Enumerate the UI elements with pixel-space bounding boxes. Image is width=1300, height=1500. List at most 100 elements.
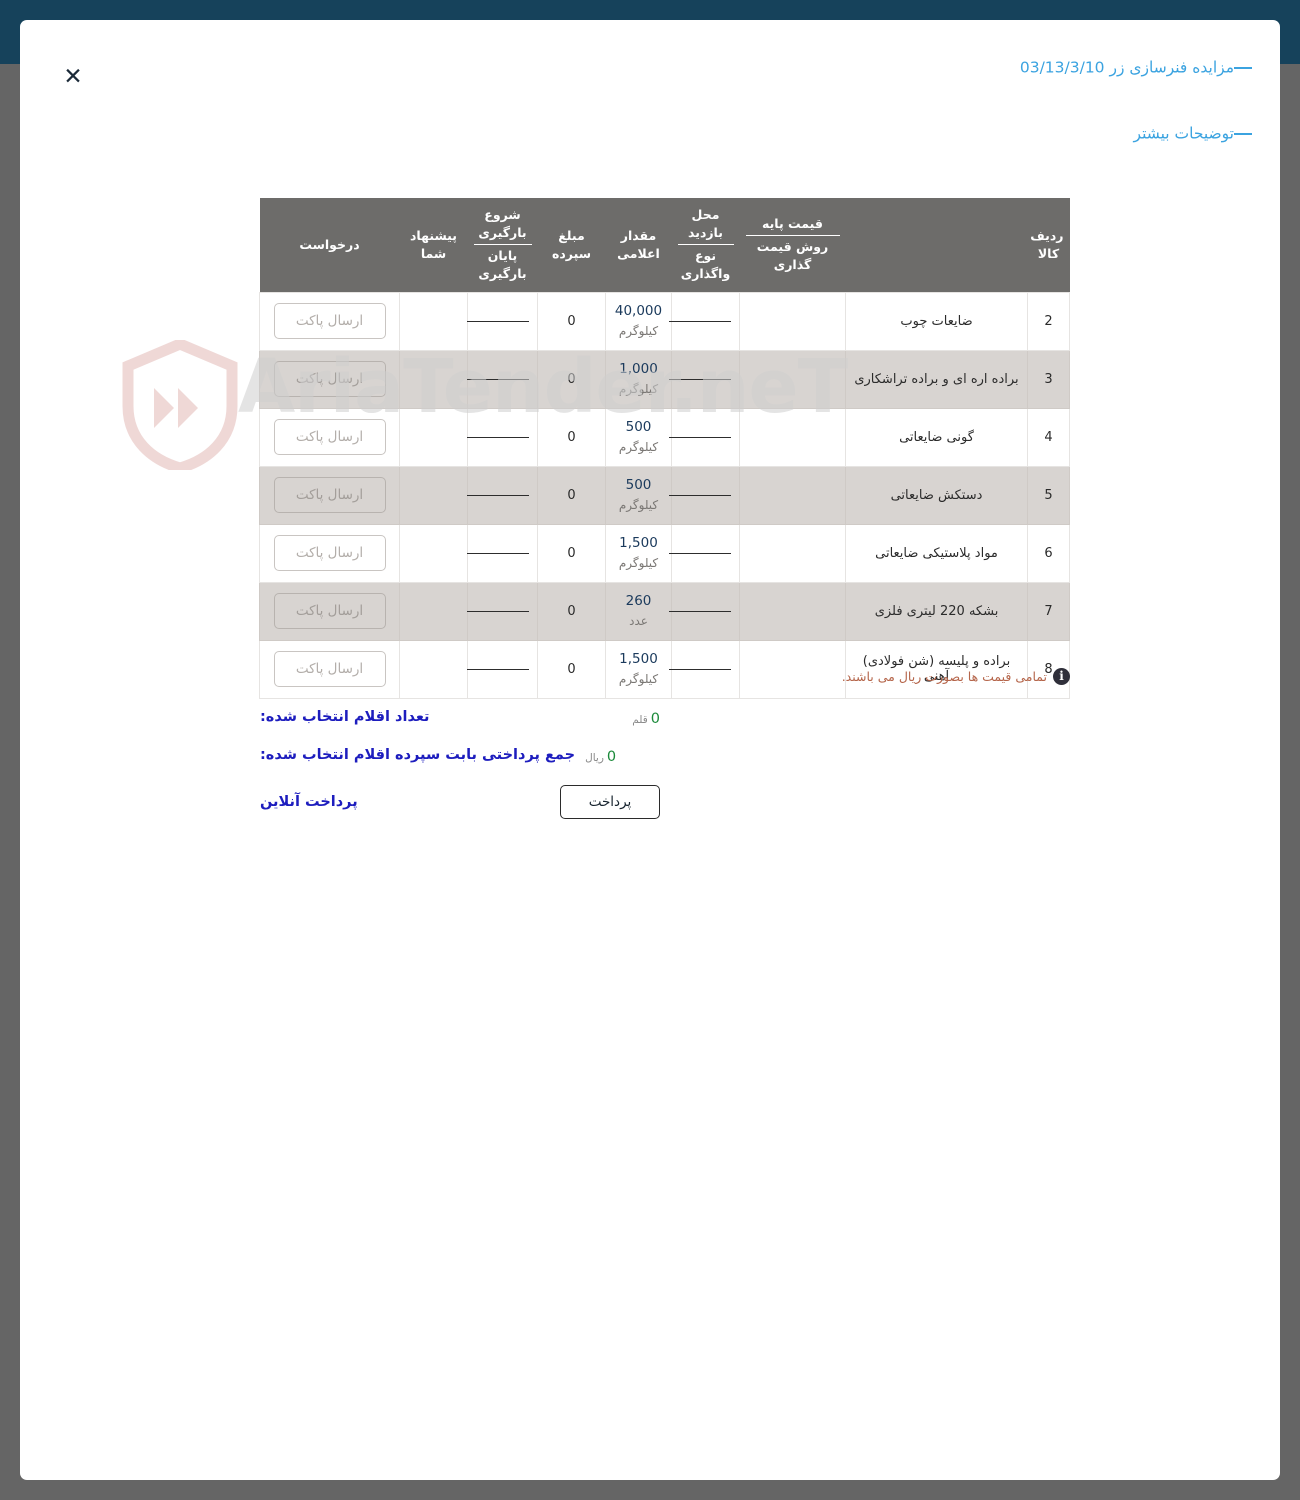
declared-qty-value: 1,500 [619,535,658,552]
cell-visit-place [669,581,740,641]
more-dash-icon [1234,132,1252,135]
selected-count-value-group: 0قلم [632,708,660,727]
col-declared-qty: مقدار اعلامی [605,198,672,292]
deposit-total-value-group: 0ریال [585,746,616,765]
declared-qty-unit: کیلوگرم [618,498,659,513]
send-packet-button[interactable]: ارسال پاکت [273,593,386,629]
page-title: مزایده فنرسازی زر 03/13/3/10 [1019,58,1234,77]
col-base-price: قیمت پایه روش قیمت گذاری [739,198,846,292]
cell-visit-place [669,349,740,409]
placeholder-dash-icon [669,494,731,496]
cell-your-offer [399,349,468,409]
col-visit-place: محل بازدید نوع واگذاری [671,198,740,292]
cell-base-price [739,407,846,467]
send-packet-button[interactable]: ارسال پاکت [273,419,386,455]
declared-qty-value: 500 [625,419,652,436]
cell-goods-name: بشکه 220 لیتری فلزی [845,581,1028,641]
header-row: ردیف کالا قیمت پایه روش قیمت گذاری محل ب… [259,198,1070,292]
placeholder-dash-icon [669,610,731,612]
placeholder-dash-icon [467,378,529,380]
online-payment-row: پرداخت آنلاین پرداخت [260,780,660,824]
cell-your-offer [399,581,468,641]
cell-goods-name: براده اره ای و براده تراشکاری [845,349,1028,409]
cell-loading-window [467,523,538,583]
send-packet-button[interactable]: ارسال پاکت [273,535,386,571]
items-table-head: ردیف کالا قیمت پایه روش قیمت گذاری محل ب… [259,198,1070,292]
cell-loading-window [467,291,538,351]
cell-request: ارسال پاکت [259,349,400,409]
cell-row-no: 4 [1027,407,1070,467]
cell-request: ارسال پاکت [259,407,400,467]
send-packet-button[interactable]: ارسال پاکت [273,477,386,513]
placeholder-dash-icon [669,378,731,380]
declared-qty-unit: کیلوگرم [618,324,659,339]
cell-row-no: 5 [1027,465,1070,525]
placeholder-dash-icon [669,552,731,554]
cell-goods-name: گونی ضایعاتی [845,407,1028,467]
cell-your-offer [399,523,468,583]
cell-row-no: 6 [1027,523,1070,583]
cell-deposit-amount: 0 [537,581,606,641]
cell-request: ارسال پاکت [259,465,400,525]
modal-title-link[interactable]: مزایده فنرسازی زر 03/13/3/10 [20,58,1280,77]
cell-declared-qty: 1,000 کیلوگرم [605,349,672,409]
col-goods-name [845,198,1028,292]
placeholder-dash-icon [467,610,529,612]
cell-request: ارسال پاکت [259,523,400,583]
declared-qty-unit: کیلوگرم [618,556,659,571]
cell-declared-qty: 1,500 کیلوگرم [605,523,672,583]
cell-visit-place [669,291,740,351]
declared-qty-unit: عدد [629,614,648,629]
cell-row-no: 3 [1027,349,1070,409]
cell-row-no: 2 [1027,291,1070,351]
cell-base-price [739,465,846,525]
col-visit-place-top: محل بازدید [677,206,734,246]
cell-deposit-amount: 0 [537,407,606,467]
table-row: 6 مواد پلاستیکی ضایعاتی 1,500 کیلوگرم 0 ارسال… [259,523,1070,583]
info-icon: i [1053,668,1070,685]
cell-loading-window [467,349,538,409]
col-request: درخواست [259,198,400,292]
cell-visit-place [669,465,740,525]
table-row: 2 ضایعات چوب 40,000 کیلوگرم 0 ارسال پاکت [259,291,1070,351]
online-payment-label: پرداخت آنلاین [260,794,358,810]
col-pricing-method: روش قیمت گذاری [756,239,829,273]
pay-button[interactable]: پرداخت [560,785,660,819]
summary-panel: تعداد اقلام انتخاب شده: 0قلم جمع پرداختی… [260,698,660,824]
col-loading-start: شروع بارگیری [473,206,532,246]
deposit-total-label: جمع پرداختی بابت سپرده اقلام انتخاب شده: [260,747,576,763]
cell-request: ارسال پاکت [259,291,400,351]
cell-declared-qty: 40,000 کیلوگرم [605,291,672,351]
cell-visit-place [669,523,740,583]
send-packet-button[interactable]: ارسال پاکت [273,303,386,339]
currency-note-text: تمامی قیمت ها بصورت ریال می باشند. [841,669,1047,684]
placeholder-dash-icon [467,494,529,496]
col-transfer-type: نوع واگذاری [680,248,731,282]
cell-goods-name: ضایعات چوب [845,291,1028,351]
cell-loading-window [467,465,538,525]
items-table-wrapper: ردیف کالا قیمت پایه روش قیمت گذاری محل ب… [259,198,1070,699]
cell-your-offer [399,465,468,525]
cell-row-no: 7 [1027,581,1070,641]
more-details-link[interactable]: توضیحات بیشتر [20,124,1280,143]
cell-loading-window [467,407,538,467]
cell-deposit-amount: 0 [537,523,606,583]
declared-qty-value: 260 [625,593,652,610]
placeholder-dash-icon [669,436,731,438]
items-table: ردیف کالا قیمت پایه روش قیمت گذاری محل ب… [259,198,1070,699]
send-packet-button[interactable]: ارسال پاکت [273,361,386,397]
more-details-label: توضیحات بیشتر [1133,124,1234,143]
selected-count-value: 0 [650,710,660,727]
placeholder-dash-icon [669,320,731,322]
table-row: 4 گونی ضایعاتی 500 کیلوگرم 0 ارسال پاکت [259,407,1070,467]
declared-qty-value: 40,000 [614,303,663,320]
cell-goods-name: دستکش ضایعاتی [845,465,1028,525]
cell-base-price [739,523,846,583]
declared-qty-value: 500 [625,477,652,494]
cell-deposit-amount: 0 [537,291,606,351]
cell-declared-qty: 260 عدد [605,581,672,641]
declared-qty-unit: کیلوگرم [618,382,659,397]
placeholder-dash-icon [467,436,529,438]
declared-qty-unit: کیلوگرم [618,440,659,455]
cell-base-price [739,349,846,409]
